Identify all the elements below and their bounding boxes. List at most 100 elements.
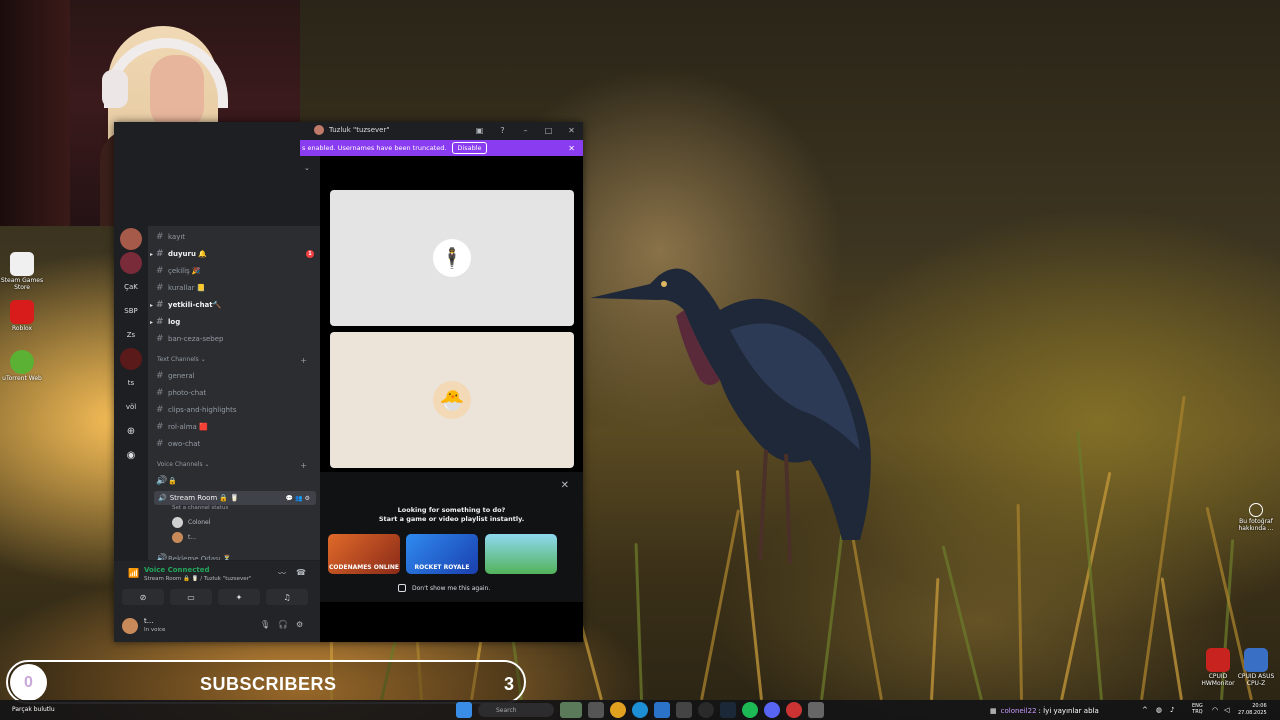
inbox-icon[interactable]: ▣	[468, 122, 491, 138]
spotify-icon[interactable]	[742, 702, 758, 718]
settings-gear-icon[interactable]: ⚙	[296, 620, 303, 629]
close-banner-icon[interactable]: ✕	[568, 144, 575, 153]
channel-owo-chat[interactable]: # owo-chat	[156, 437, 316, 451]
subscriber-label: SUBSCRIBERS	[200, 674, 337, 694]
server-avatar-2[interactable]	[120, 252, 142, 274]
server-ts[interactable]: ts	[120, 372, 142, 394]
channel-duyuru[interactable]: ▸ # duyuru 🔔 1	[150, 247, 316, 261]
channel-clips-and-highlights[interactable]: # clips-and-highlights	[156, 403, 316, 417]
store-icon[interactable]	[676, 702, 692, 718]
microphone-icon[interactable]: 🎙	[260, 620, 270, 629]
webcam-background	[0, 0, 70, 226]
voice-channel-stream-room[interactable]: 🔊 Stream Room 🔒 🥛 💬👥⚙	[154, 491, 316, 505]
channel-log[interactable]: ▸ # log	[150, 315, 316, 329]
taskbar-search[interactable]: Search	[478, 703, 554, 717]
server-sbp[interactable]: SBP	[120, 300, 142, 322]
channel-ban-ceza-sebep[interactable]: # ban-ceza-sebep	[156, 332, 316, 346]
app-icon[interactable]	[786, 702, 802, 718]
game-rocket-royale[interactable]: ROCKET ROYALE	[406, 534, 478, 574]
language-indicator[interactable]: ENG TRQ	[1192, 703, 1203, 715]
voice-channel-locked[interactable]: 🔊 🔒	[156, 474, 316, 488]
grass-blade	[930, 578, 940, 701]
server-vol[interactable]: völ	[120, 396, 142, 418]
user-name[interactable]: t...	[144, 617, 153, 625]
photo-info-button[interactable]: Bu fotoğraf hakkında ...	[1234, 503, 1278, 532]
channel-yetkili-chat[interactable]: ▸ # yetkili-chat🔨	[150, 298, 316, 312]
heron-image	[590, 268, 871, 565]
desktop-icon-roblox[interactable]: Roblox	[0, 300, 44, 333]
signal-icon[interactable]: 📶	[128, 569, 139, 579]
disable-button[interactable]: Disable	[452, 142, 487, 154]
desktop-icon-utorrent[interactable]: uTorrent Web	[0, 350, 44, 383]
window-title: Tuzluk "tuzsever"	[329, 126, 390, 134]
task-view-icon[interactable]	[588, 702, 604, 718]
soundboard-button[interactable]: ♫	[266, 589, 308, 605]
channel-status-hint[interactable]: Set a channel status	[172, 505, 228, 511]
widgets-icon[interactable]	[560, 702, 582, 718]
participant-tile-2[interactable]: 🐣	[330, 332, 574, 468]
game-third[interactable]	[485, 534, 557, 574]
desktop-icon-steam[interactable]: Steam Games Store	[0, 252, 44, 291]
game-codenames[interactable]: CODENAMES ONLINE	[328, 534, 400, 574]
steam-icon[interactable]	[720, 702, 736, 718]
tray-mic-icon[interactable]: ♪	[1170, 706, 1174, 714]
chat-ticker: ▦ coloneil22 : İyi yayınlar abla	[990, 707, 1099, 715]
tray-chevron-icon[interactable]: ^	[1142, 706, 1148, 714]
add-channel-icon[interactable]: +	[300, 461, 307, 470]
channel-kurallar[interactable]: # kurallar 📒	[156, 281, 316, 295]
windows-start-icon[interactable]	[456, 702, 472, 718]
participant-tile-1[interactable]: 🕴	[330, 190, 574, 326]
maximize-button[interactable]: □	[537, 122, 560, 138]
voice-channel-actions[interactable]: 💬👥⚙	[286, 495, 312, 502]
checkbox[interactable]	[398, 584, 406, 592]
camera-off-button[interactable]: ⊘	[122, 589, 164, 605]
hash-icon: #	[156, 249, 164, 259]
grass-blade	[1076, 430, 1103, 701]
channel-general[interactable]: # general	[156, 369, 316, 383]
minimize-button[interactable]: –	[514, 122, 537, 138]
channel-kayit[interactable]: # kayıt	[156, 230, 316, 244]
grass-blade	[1140, 395, 1186, 701]
unread-arrow-icon: ▸	[150, 250, 154, 258]
server-avatar-1[interactable]	[120, 228, 142, 250]
server-zs[interactable]: Zs	[120, 324, 142, 346]
mail-icon[interactable]	[654, 702, 670, 718]
clock[interactable]: 20:06 27.08.2025	[1238, 703, 1267, 716]
category-text-channels[interactable]: Text Channels ⌄ +	[157, 356, 307, 365]
voice-member[interactable]: t...	[172, 532, 196, 543]
activities-button[interactable]: ✦	[218, 589, 260, 605]
wifi-icon[interactable]: ◠	[1212, 706, 1218, 714]
disconnect-icon[interactable]: ☎	[296, 568, 306, 577]
desktop-icon-cpuz[interactable]: CPUID ASUS CPU-Z	[1234, 648, 1278, 687]
close-icon[interactable]: ✕	[561, 480, 569, 491]
close-button[interactable]: ✕	[560, 122, 583, 138]
avatar[interactable]	[122, 618, 138, 634]
speaker-icon: 🔊	[156, 476, 168, 486]
edge-icon[interactable]	[632, 702, 648, 718]
voice-connected-subtitle[interactable]: Stream Room 🔒 🥛 / Tuzluk "tuzsever"	[144, 576, 251, 582]
channel-photo-chat[interactable]: # photo-chat	[156, 386, 316, 400]
tray-app-icon[interactable]: ◍	[1156, 706, 1162, 714]
headphones-icon[interactable]: 🎧	[278, 620, 288, 629]
volume-icon[interactable]: ◁	[1224, 706, 1229, 714]
dont-show-checkbox[interactable]: Don't show me this again.	[398, 584, 490, 592]
category-voice-channels[interactable]: Voice Channels ⌄ +	[157, 461, 307, 470]
obs-icon[interactable]	[698, 702, 714, 718]
chevron-down-icon[interactable]: ⌄	[304, 164, 310, 172]
help-icon[interactable]: ?	[491, 122, 514, 138]
channel-rol-alma[interactable]: # rol-alma 🟥	[156, 420, 316, 434]
server-cak[interactable]: ÇaK	[120, 276, 142, 298]
screen-share-button[interactable]: ▭	[170, 589, 212, 605]
unread-arrow-icon: ▸	[150, 318, 154, 326]
channel-cekilis[interactable]: # çekiliş 🎉	[156, 264, 316, 278]
settings-icon[interactable]	[808, 702, 824, 718]
add-server-icon[interactable]: ⊕	[120, 420, 142, 442]
weather-widget[interactable]: Parçak bulutlu	[12, 706, 55, 713]
add-channel-icon[interactable]: +	[300, 356, 307, 365]
discord-icon[interactable]	[764, 702, 780, 718]
chrome-icon[interactable]	[610, 702, 626, 718]
server-avatar-3[interactable]	[120, 348, 142, 370]
noise-suppression-icon[interactable]: 〰	[278, 568, 286, 579]
discover-icon[interactable]: ◉	[120, 444, 142, 466]
voice-member[interactable]: Coloneİ	[172, 517, 210, 528]
